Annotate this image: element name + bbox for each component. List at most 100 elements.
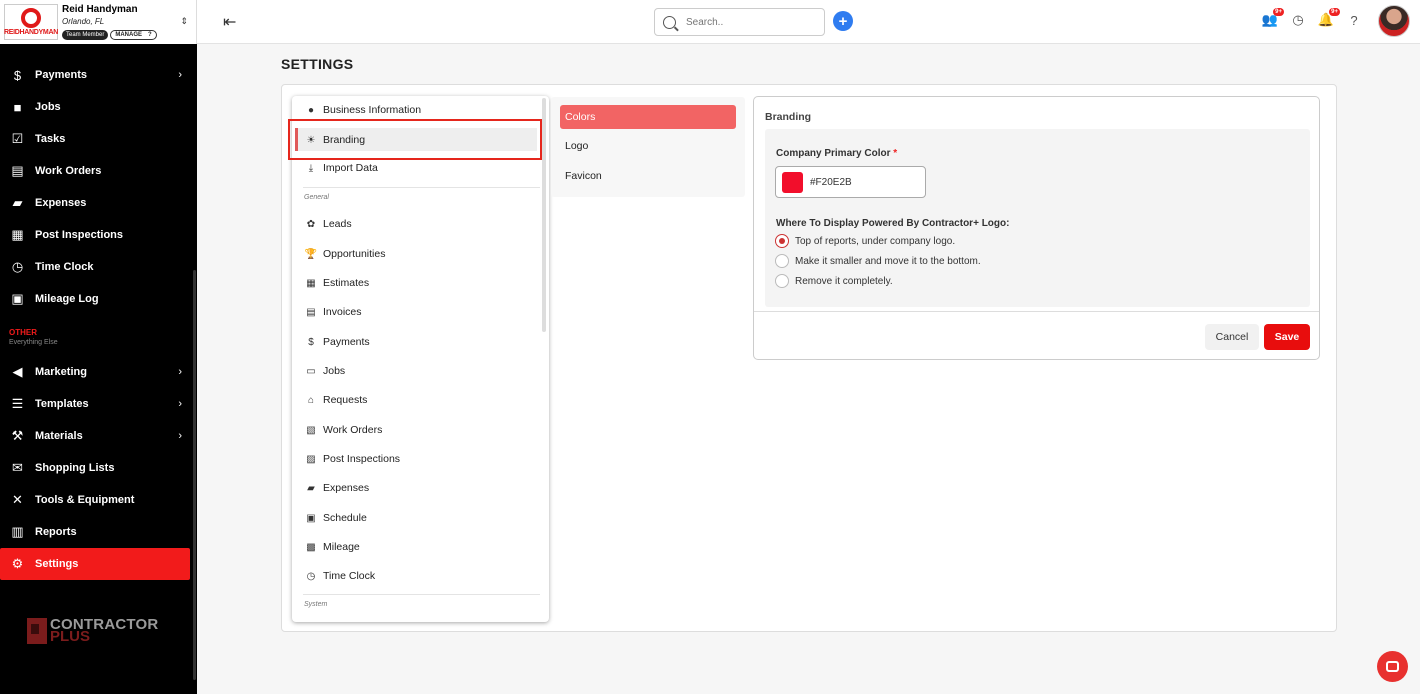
chevron-right-icon: › xyxy=(178,398,182,410)
chat-launcher-button[interactable] xyxy=(1377,651,1408,682)
sidebar-item-time-clock[interactable]: ◷ Time Clock xyxy=(0,251,190,283)
menu-item-schedule[interactable]: ▣ Schedule xyxy=(305,512,367,524)
sidebar-item-reports[interactable]: ▥ Reports xyxy=(0,516,190,548)
help-circle-icon[interactable]: ? xyxy=(1346,12,1362,28)
history-clock-icon[interactable]: ◷ xyxy=(1290,12,1306,28)
menu-item-label: Schedule xyxy=(323,512,367,524)
sidebar-item-label: Work Orders xyxy=(35,165,102,177)
clock-icon: ◷ xyxy=(306,570,316,582)
menu-item-jobs[interactable]: ▭ Jobs xyxy=(305,365,345,377)
required-mark: * xyxy=(893,148,898,159)
team-icon[interactable]: 👥 9+ xyxy=(1262,8,1284,28)
sidebar: REIDHANDYMAN Reid Handyman Orlando, FL T… xyxy=(0,0,197,694)
sidebar-item-label: Post Inspections xyxy=(35,229,124,241)
chevron-updown-icon[interactable]: ⇕ xyxy=(180,16,188,27)
sidebar-item-templates[interactable]: ☰ Templates › xyxy=(0,388,190,420)
sidebar-item-post-inspections[interactable]: ▦ Post Inspections xyxy=(0,219,190,251)
subtab-logo[interactable]: Logo xyxy=(560,134,736,158)
menu-item-label: Import Data xyxy=(323,162,378,174)
collapse-sidebar-icon[interactable]: ⇤ xyxy=(223,12,236,32)
sidebar-item-label: Materials xyxy=(35,430,83,442)
menu-item-label: Post Inspections xyxy=(323,453,401,465)
menu-item-label: Business Information xyxy=(323,104,422,116)
add-button[interactable]: + xyxy=(833,11,853,31)
sidebar-item-label: Templates xyxy=(35,398,89,410)
menu-scrollbar[interactable] xyxy=(542,98,546,332)
avatar[interactable] xyxy=(1378,5,1410,37)
business-switcher[interactable]: REIDHANDYMAN Reid Handyman Orlando, FL T… xyxy=(0,0,197,44)
sidebar-item-materials[interactable]: ⚒ Materials › xyxy=(0,420,190,452)
radio-option-bottom[interactable]: Make it smaller and move it to the botto… xyxy=(775,254,981,268)
manage-button[interactable]: MANAGE ? xyxy=(110,30,157,40)
sidebar-item-tasks[interactable]: ☑ Tasks xyxy=(0,123,190,155)
sidebar-item-label: Mileage Log xyxy=(35,293,99,305)
menu-item-requests[interactable]: ⌂ Requests xyxy=(305,394,367,406)
primary-color-field[interactable]: #F20E2B xyxy=(775,166,926,198)
sidebar-item-marketing[interactable]: ◀ Marketing › xyxy=(0,356,190,388)
settings-menu: ● Business Information ☀ Branding ⤓ Impo… xyxy=(292,96,549,622)
sidebar-item-settings[interactable]: ⚙ Settings xyxy=(0,548,190,580)
menu-item-post-inspections[interactable]: ▨ Post Inspections xyxy=(305,453,400,465)
sidebar-item-tools-equipment[interactable]: ✕ Tools & Equipment xyxy=(0,484,190,516)
payments-icon: $ xyxy=(308,336,314,348)
menu-item-label: Estimates xyxy=(323,277,370,289)
cancel-button[interactable]: Cancel xyxy=(1205,324,1259,350)
menu-item-mileage[interactable]: ▩ Mileage xyxy=(305,541,360,553)
menu-section-system: System xyxy=(304,601,328,608)
menu-item-label: Requests xyxy=(323,394,368,406)
sidebar-item-label: Shopping Lists xyxy=(35,462,115,474)
wallet-icon: ▰ xyxy=(307,482,315,494)
menu-item-time-clock[interactable]: ◷ Time Clock xyxy=(305,570,376,582)
sidebar-item-mileage-log[interactable]: ▣ Mileage Log xyxy=(0,283,190,315)
help-icon: ? xyxy=(148,32,152,38)
sidebar-item-label: Marketing xyxy=(35,366,87,378)
radio-button[interactable] xyxy=(775,254,789,268)
reports-icon: ▥ xyxy=(11,524,24,539)
sidebar-item-jobs[interactable]: ■ Jobs xyxy=(0,91,190,123)
sidebar-item-expenses[interactable]: ▰ Expenses xyxy=(0,187,190,219)
branding-panel: Branding Company Primary Color * #F20E2B… xyxy=(753,96,1320,360)
panel-title: Branding xyxy=(765,111,812,123)
color-swatch[interactable] xyxy=(782,171,803,193)
bell-icon[interactable]: 🔔 9+ xyxy=(1318,8,1340,28)
menu-item-expenses[interactable]: ▰ Expenses xyxy=(305,482,369,494)
leads-icon: ✿ xyxy=(306,218,316,230)
download-icon: ⤓ xyxy=(308,162,314,174)
menu-item-label: Jobs xyxy=(323,365,346,377)
menu-item-label: Time Clock xyxy=(323,570,376,582)
radio-option-top[interactable]: Top of reports, under company logo. xyxy=(775,234,955,248)
sidebar-scrollbar[interactable] xyxy=(193,270,196,680)
search-input[interactable] xyxy=(686,16,816,28)
menu-item-payments[interactable]: $ Payments xyxy=(305,336,369,348)
sidebar-item-shopping-lists[interactable]: ✉ Shopping Lists xyxy=(0,452,190,484)
sidebar-item-payments[interactable]: $ Payments › xyxy=(0,59,190,91)
business-info: Reid Handyman Orlando, FL Team Member MA… xyxy=(62,4,157,40)
radio-label: Remove it completely. xyxy=(795,275,893,287)
subtab-colors[interactable]: Colors xyxy=(560,105,736,129)
manage-label: MANAGE xyxy=(115,32,143,38)
radio-option-remove[interactable]: Remove it completely. xyxy=(775,274,893,288)
inspection-icon: ▨ xyxy=(306,453,316,465)
primary-color-label: Company Primary Color * xyxy=(776,148,897,159)
search-box[interactable] xyxy=(654,8,825,36)
chevron-right-icon: › xyxy=(178,69,182,81)
role-badge: Team Member xyxy=(62,30,109,40)
menu-section-general: General xyxy=(304,194,329,201)
menu-item-label: Opportunities xyxy=(323,248,386,260)
menu-item-label: Expenses xyxy=(323,482,370,494)
business-name: Reid Handyman xyxy=(62,4,138,15)
sidebar-item-label: Jobs xyxy=(35,101,61,113)
menu-item-opportunities[interactable]: 🏆 Opportunities xyxy=(305,248,386,260)
menu-item-business-information[interactable]: ● Business Information xyxy=(305,104,421,116)
sidebar-item-work-orders[interactable]: ▤ Work Orders xyxy=(0,155,190,187)
menu-item-leads[interactable]: ✿ Leads xyxy=(305,218,352,230)
menu-item-invoices[interactable]: ▤ Invoices xyxy=(305,306,361,318)
menu-item-work-orders[interactable]: ▧ Work Orders xyxy=(305,424,382,436)
radio-button[interactable] xyxy=(775,274,789,288)
calendar-icon: ▣ xyxy=(306,512,316,524)
menu-item-import-data[interactable]: ⤓ Import Data xyxy=(305,162,378,174)
radio-button[interactable] xyxy=(775,234,789,248)
subtab-favicon[interactable]: Favicon xyxy=(560,164,736,188)
menu-item-estimates[interactable]: ▦ Estimates xyxy=(305,277,369,289)
save-button[interactable]: Save xyxy=(1264,324,1310,350)
